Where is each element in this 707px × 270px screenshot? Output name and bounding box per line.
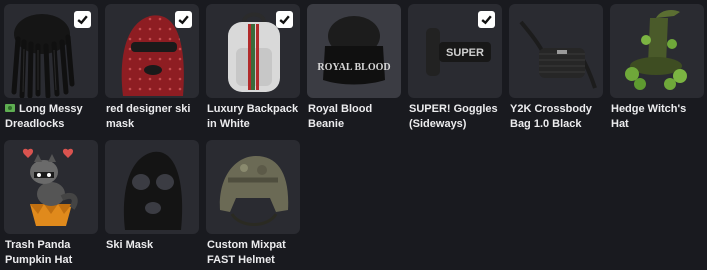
equipped-checkbox[interactable]	[276, 11, 293, 28]
item-thumbnail[interactable]	[4, 140, 98, 234]
item-thumbnail[interactable]: ROYAL BLOOD	[307, 4, 401, 98]
item-name[interactable]: Custom Mixpat FAST Helmet	[206, 238, 301, 268]
item-card-y2k-crossbody-bag[interactable]: Y2K Crossbody Bag 1.0 Black	[509, 4, 603, 132]
item-thumbnail[interactable]	[105, 140, 199, 234]
item-name[interactable]: Hedge Witch's Hat	[610, 102, 705, 132]
money-icon	[5, 104, 15, 112]
check-icon	[77, 15, 88, 25]
item-thumbnail[interactable]: SUPER	[408, 4, 502, 98]
item-thumbnail[interactable]	[206, 4, 300, 98]
item-name[interactable]: Ski Mask	[105, 238, 200, 253]
item-card-luxury-backpack[interactable]: Luxury Backpack in White	[206, 4, 300, 132]
item-thumbnail[interactable]	[610, 4, 704, 98]
item-name[interactable]: Trash Panda Pumpkin Hat	[4, 238, 99, 268]
item-name-text: Long Messy Dreadlocks	[5, 103, 83, 130]
equipped-checkbox[interactable]	[74, 11, 91, 28]
witch-hat-image	[625, 10, 687, 90]
item-name[interactable]: red designer ski mask	[105, 102, 200, 132]
ski-mask-image	[123, 151, 183, 230]
beanie-image: ROYAL BLOOD	[317, 16, 391, 85]
item-card-trash-panda-pumpkin-hat[interactable]: Trash Panda Pumpkin Hat	[4, 140, 98, 268]
item-card-royal-blood-beanie[interactable]: ROYAL BLOOD Royal Blood Beanie	[307, 4, 401, 132]
item-card-custom-mixpat-fast-helmet[interactable]: Custom Mixpat FAST Helmet	[206, 140, 300, 268]
item-card-red-designer-ski-mask[interactable]: red designer ski mask	[105, 4, 199, 132]
check-icon	[279, 15, 290, 25]
trash-panda-image	[22, 148, 78, 226]
goggles-print: SUPER	[446, 47, 484, 59]
item-card-ski-mask[interactable]: Ski Mask	[105, 140, 199, 268]
item-card-hedge-witch-hat[interactable]: Hedge Witch's Hat	[610, 4, 704, 132]
equipped-checkbox[interactable]	[175, 11, 192, 28]
equipped-checkbox[interactable]	[478, 11, 495, 28]
item-card-super-goggles[interactable]: SUPER SUPER! Goggles (Sideways)	[408, 4, 502, 132]
item-thumbnail[interactable]	[206, 140, 300, 234]
check-icon	[178, 15, 189, 25]
item-name[interactable]: Long Messy Dreadlocks	[4, 102, 99, 132]
item-name[interactable]: Royal Blood Beanie	[307, 102, 402, 132]
helmet-image	[219, 156, 289, 226]
crossbody-bag-image	[519, 20, 597, 89]
item-card-long-messy-dreadlocks[interactable]: Long Messy Dreadlocks	[4, 4, 98, 132]
check-icon	[481, 15, 492, 25]
item-name[interactable]: Luxury Backpack in White	[206, 102, 301, 132]
item-name[interactable]: Y2K Crossbody Bag 1.0 Black	[509, 102, 604, 132]
avatar-items-grid: Long Messy Dreadlocks red designer ski m…	[4, 4, 704, 268]
item-name[interactable]: SUPER! Goggles (Sideways)	[408, 102, 503, 132]
item-thumbnail[interactable]	[105, 4, 199, 98]
item-thumbnail[interactable]	[509, 4, 603, 98]
beanie-print: ROYAL BLOOD	[317, 62, 390, 73]
item-thumbnail[interactable]	[4, 4, 98, 98]
